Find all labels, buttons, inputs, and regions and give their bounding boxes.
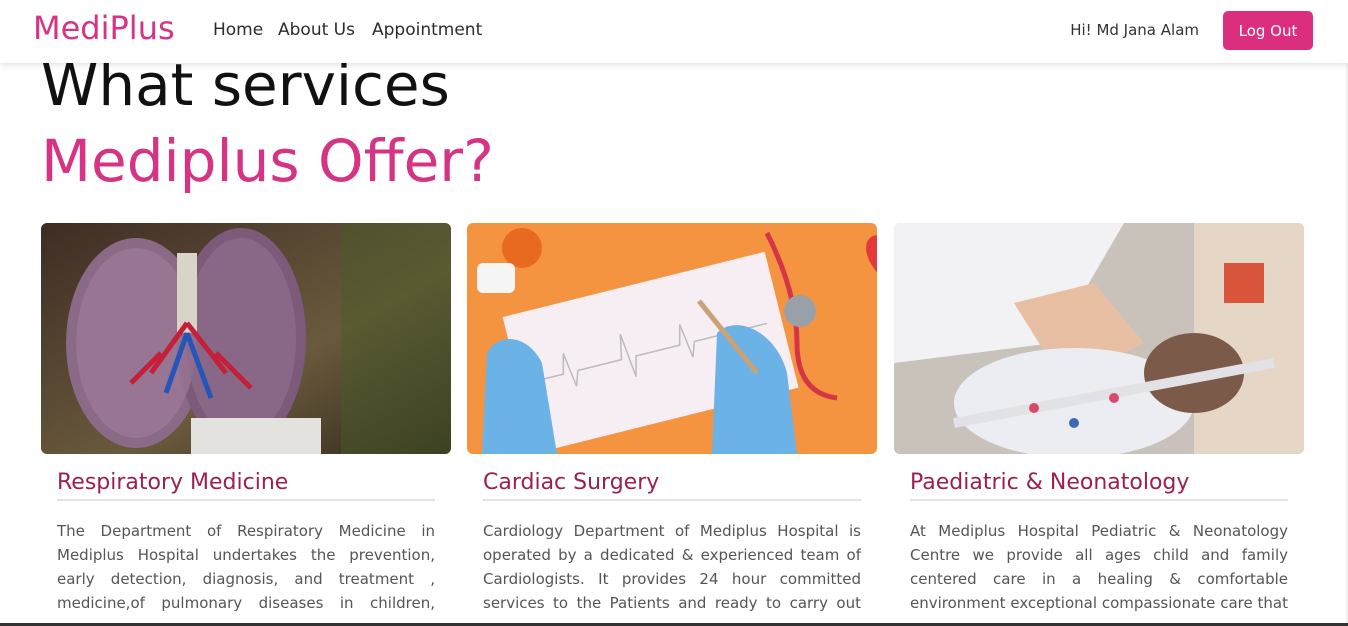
respiratory-image (41, 223, 451, 454)
service-title: Respiratory Medicine (57, 470, 435, 501)
nav-link-home[interactable]: Home (213, 20, 263, 40)
service-description: At Mediplus Hospital Pediatric & Neonato… (910, 522, 1288, 612)
user-greeting: Hi! Md Jana Alam (1070, 21, 1199, 39)
services-heading-line2: Mediplus Offer? (41, 127, 494, 195)
cardiac-image (467, 223, 877, 454)
service-card-respiratory: Respiratory Medicine The Department of R… (41, 223, 451, 615)
nav-link-about-us[interactable]: About Us (278, 20, 355, 40)
nav-link-appointment[interactable]: Appointment (372, 20, 482, 40)
service-card-cardiac: Cardiac Surgery Cardiology Department of… (467, 223, 877, 615)
service-description: The Department of Respiratory Medicine i… (57, 522, 435, 612)
brand-logo[interactable]: MediPlus (33, 9, 175, 47)
service-description: Cardiology Department of Mediplus Hospit… (483, 522, 861, 612)
service-title: Cardiac Surgery (483, 470, 861, 501)
logout-button[interactable]: Log Out (1223, 11, 1313, 50)
navbar: MediPlus Home About Us Appointment Hi! M… (0, 0, 1348, 63)
paediatric-image (894, 223, 1304, 454)
service-card-paediatric: Paediatric & Neonatology At Mediplus Hos… (894, 223, 1304, 615)
service-title: Paediatric & Neonatology (910, 470, 1288, 501)
